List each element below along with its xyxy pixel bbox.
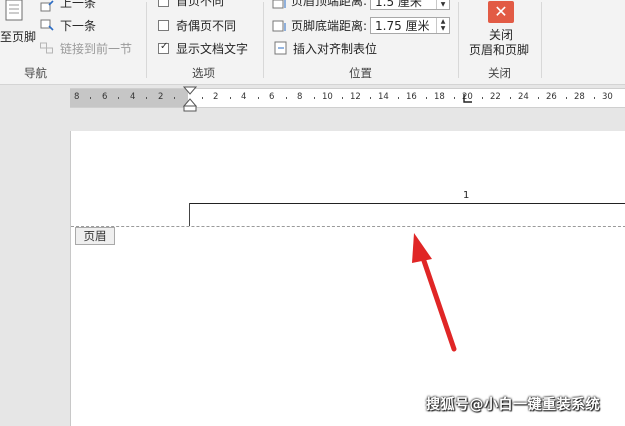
horizontal-ruler[interactable]: 8 6 4 2 2 4 6 8 10 12 14 16 18 20 22 24 … [70,88,625,108]
ruler-tick [286,97,287,99]
ruler-number: 2 [158,92,164,102]
ruler-tick [202,97,203,99]
ruler-tick [342,97,343,99]
previous-label: 上一条 [60,0,97,10]
ruler-tick [230,97,231,99]
close-x-icon: ✕ [488,1,514,23]
different-first-page-label: 首页不同 [176,0,225,8]
insert-alignment-tab-button[interactable]: 插入对齐制表位 [272,41,392,57]
previous-button[interactable]: 上一条 [40,0,110,14]
ruler-tick [90,97,91,99]
close-group-label: 关闭 [488,66,511,80]
ribbon-toolbar: 至页脚 上一条 下一条 链接到前一节 导航 首页不同 奇偶页不同 ✓ 显示文档文… [0,0,625,85]
options-group-label: 选项 [192,66,215,80]
ruler-tick [398,97,399,99]
ruler-number: 6 [269,92,275,102]
next-arrow-icon [40,19,54,31]
ruler-number: 16 [406,92,417,102]
ruler-margin-area [70,89,188,107]
next-button[interactable]: 下一条 [40,18,110,34]
different-odd-even-checkbox[interactable] [158,20,169,31]
footer-bottom-distance-input[interactable]: 1.75 厘米 ▲ ▼ [370,17,450,34]
tab-stop-marker-icon[interactable] [463,93,473,107]
header-tag: 页眉 [75,227,115,245]
document-page[interactable] [70,131,625,426]
show-document-text-label: 显示文档文字 [176,42,249,56]
position-group-label: 位置 [349,66,372,80]
close-header-footer-button[interactable]: ✕ 关闭 页眉和页脚 [466,0,538,62]
ruler-number: 26 [546,92,557,102]
spinner-arrows-icon[interactable]: ▲▼ [436,18,449,33]
ruler-number: 14 [378,92,389,102]
ruler-tick [174,97,175,99]
ruler-number: 2 [213,92,219,102]
next-label: 下一条 [60,19,97,33]
insert-alignment-tab-label: 插入对齐制表位 [293,42,378,56]
different-odd-even-option[interactable]: 奇偶页不同 [158,18,258,34]
header-top-distance-input[interactable]: 1.5 厘米 ▲▼ [370,0,450,10]
ruler-tick [538,97,539,99]
ruler-number: 4 [241,92,247,102]
ruler-tick [594,97,595,99]
ruler-tick [426,97,427,99]
checkmark-icon: ✓ [160,41,169,52]
header-border-line [190,203,625,204]
footer-bottom-distance-label: 页脚底端距离: [291,19,368,33]
group-divider [146,2,147,78]
ruler-tick [118,97,119,99]
show-document-text-option[interactable]: ✓ 显示文档文字 [158,41,258,57]
page-number: 1 [463,190,470,201]
close-label-line1: 关闭 [489,28,514,42]
ruler-tick [314,97,315,99]
red-arrow-icon [412,233,457,352]
ruler-tick [454,97,455,99]
different-odd-even-label: 奇偶页不同 [176,19,237,33]
indent-marker-icon[interactable] [183,86,197,112]
ruler-tick [510,97,511,99]
ruler-number: 8 [74,92,80,102]
header-boundary-line [71,226,625,227]
goto-footer-button[interactable]: 至页脚 [0,0,36,46]
different-first-page-option[interactable]: 首页不同 [158,0,258,8]
header-top-distance-icon [272,0,286,9]
spinner-arrows-icon[interactable]: ▲▼ [436,0,449,9]
different-first-page-checkbox[interactable] [158,0,169,7]
ruler-number: 28 [574,92,585,102]
ruler-number: 24 [518,92,529,102]
ruler-number: 22 [490,92,501,102]
ruler-number: 8 [297,92,303,102]
show-document-text-checkbox[interactable]: ✓ [158,41,169,54]
ruler-number: 4 [130,92,136,102]
close-label-line2: 页眉和页脚 [469,43,530,57]
alignment-tab-icon [274,41,287,55]
goto-footer-label: 至页脚 [0,30,37,44]
footer-bottom-distance-icon [272,20,286,32]
ruler-number: 18 [434,92,445,102]
footer-page-icon [5,0,23,21]
navigation-group-label: 导航 [24,66,47,80]
link-icon [40,42,53,54]
previous-arrow-icon [40,0,54,12]
ruler-number: 10 [322,92,333,102]
link-to-previous-button[interactable]: 链接到前一节 [40,41,135,57]
ruler-tick [566,97,567,99]
ruler-number: 30 [602,92,613,102]
header-top-distance-value: 1.5 厘米 [375,0,422,9]
group-divider [541,2,542,78]
footer-bottom-distance-value: 1.75 厘米 [375,19,430,33]
group-divider [263,2,264,78]
header-margin-tick [189,203,190,226]
ruler-tick [482,97,483,99]
ruler-tick [146,97,147,99]
group-divider [458,2,459,78]
ruler-number: 6 [102,92,108,102]
ruler-number: 12 [350,92,361,102]
ruler-tick [370,97,371,99]
watermark: 搜狐号@小白一键重装系统 [426,397,600,413]
link-to-previous-label: 链接到前一节 [60,42,133,56]
ruler-tick [258,97,259,99]
header-top-distance-label: 页眉顶端距离: [291,0,368,8]
